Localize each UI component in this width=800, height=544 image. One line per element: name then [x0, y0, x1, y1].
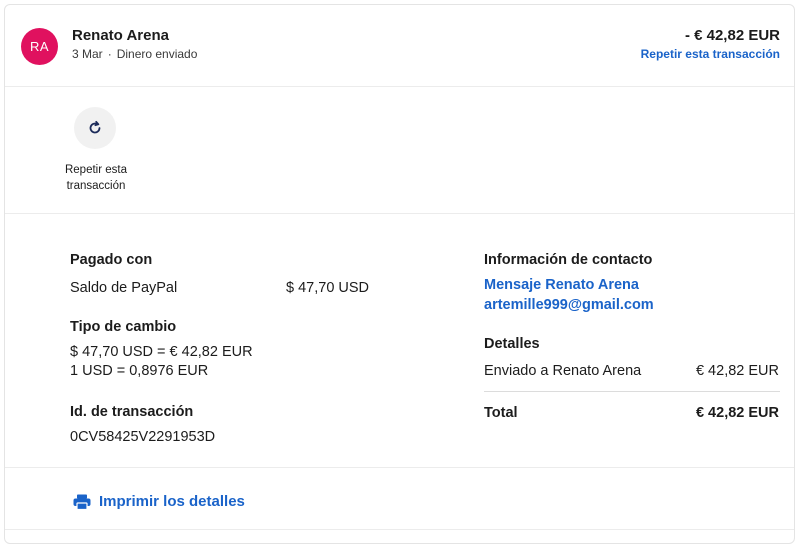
contact-email-link[interactable]: artemille999@gmail.com — [484, 297, 654, 313]
transaction-card: RA Renato Arena 3 Mar · Dinero enviado - €… — [4, 4, 795, 544]
repeat-transaction-link[interactable]: Repetir esta transacción — [641, 47, 780, 61]
print-details-label: Imprimir los detalles — [99, 493, 245, 510]
sent-to-amount: € 42,82 EUR — [695, 363, 779, 379]
details-heading: Detalles — [484, 336, 540, 352]
avatar: RA — [21, 28, 58, 65]
paid-with-heading: Pagado con — [70, 252, 153, 268]
exchange-rate-conversion: $ 47,70 USD = € 42,82 EUR — [70, 344, 253, 360]
transaction-id-heading: Id. de transacción — [70, 404, 194, 420]
recipient-name: Renato Arena — [72, 27, 169, 44]
transaction-date: 3 Mar — [72, 47, 103, 61]
separator-dot: · — [107, 47, 112, 61]
exchange-rate-heading: Tipo de cambio — [70, 319, 177, 335]
footer-section: Imprimir los detalles — [5, 467, 794, 530]
refresh-icon — [89, 120, 101, 134]
repeat-transaction-button[interactable] — [74, 107, 116, 149]
exchange-rate-unit: 1 USD = 0,8976 EUR — [70, 363, 209, 379]
totals-divider — [484, 391, 780, 392]
contact-info-heading: Información de contacto — [484, 252, 653, 268]
total-label: Total — [484, 405, 518, 421]
repeat-transaction-label: Repetir esta transacción — [64, 164, 127, 192]
printer-icon — [73, 494, 91, 510]
transaction-id: 0CV58425V2291953D — [70, 429, 216, 445]
sent-to-label: Enviado a Renato Arena — [484, 363, 642, 379]
details-section: Pagado con Saldo de PayPal $ 47,70 USD T… — [5, 213, 794, 468]
transaction-header: RA Renato Arena 3 Mar · Dinero enviado - €… — [5, 5, 794, 87]
total-amount: € 42,82 EUR — [695, 405, 779, 421]
paid-with-amount: $ 47,70 USD — [286, 280, 370, 296]
transaction-subtitle: 3 Mar · Dinero enviado — [72, 47, 197, 61]
print-details-button[interactable]: Imprimir los detalles — [73, 493, 245, 510]
actions-section: Repetir esta transacción — [5, 86, 794, 214]
transaction-type: Dinero enviado — [116, 47, 198, 61]
transaction-amount: - € 42,82 EUR — [684, 27, 780, 44]
paid-with-method: Saldo de PayPal — [70, 280, 178, 296]
message-contact-link[interactable]: Mensaje Renato Arena — [484, 277, 639, 293]
